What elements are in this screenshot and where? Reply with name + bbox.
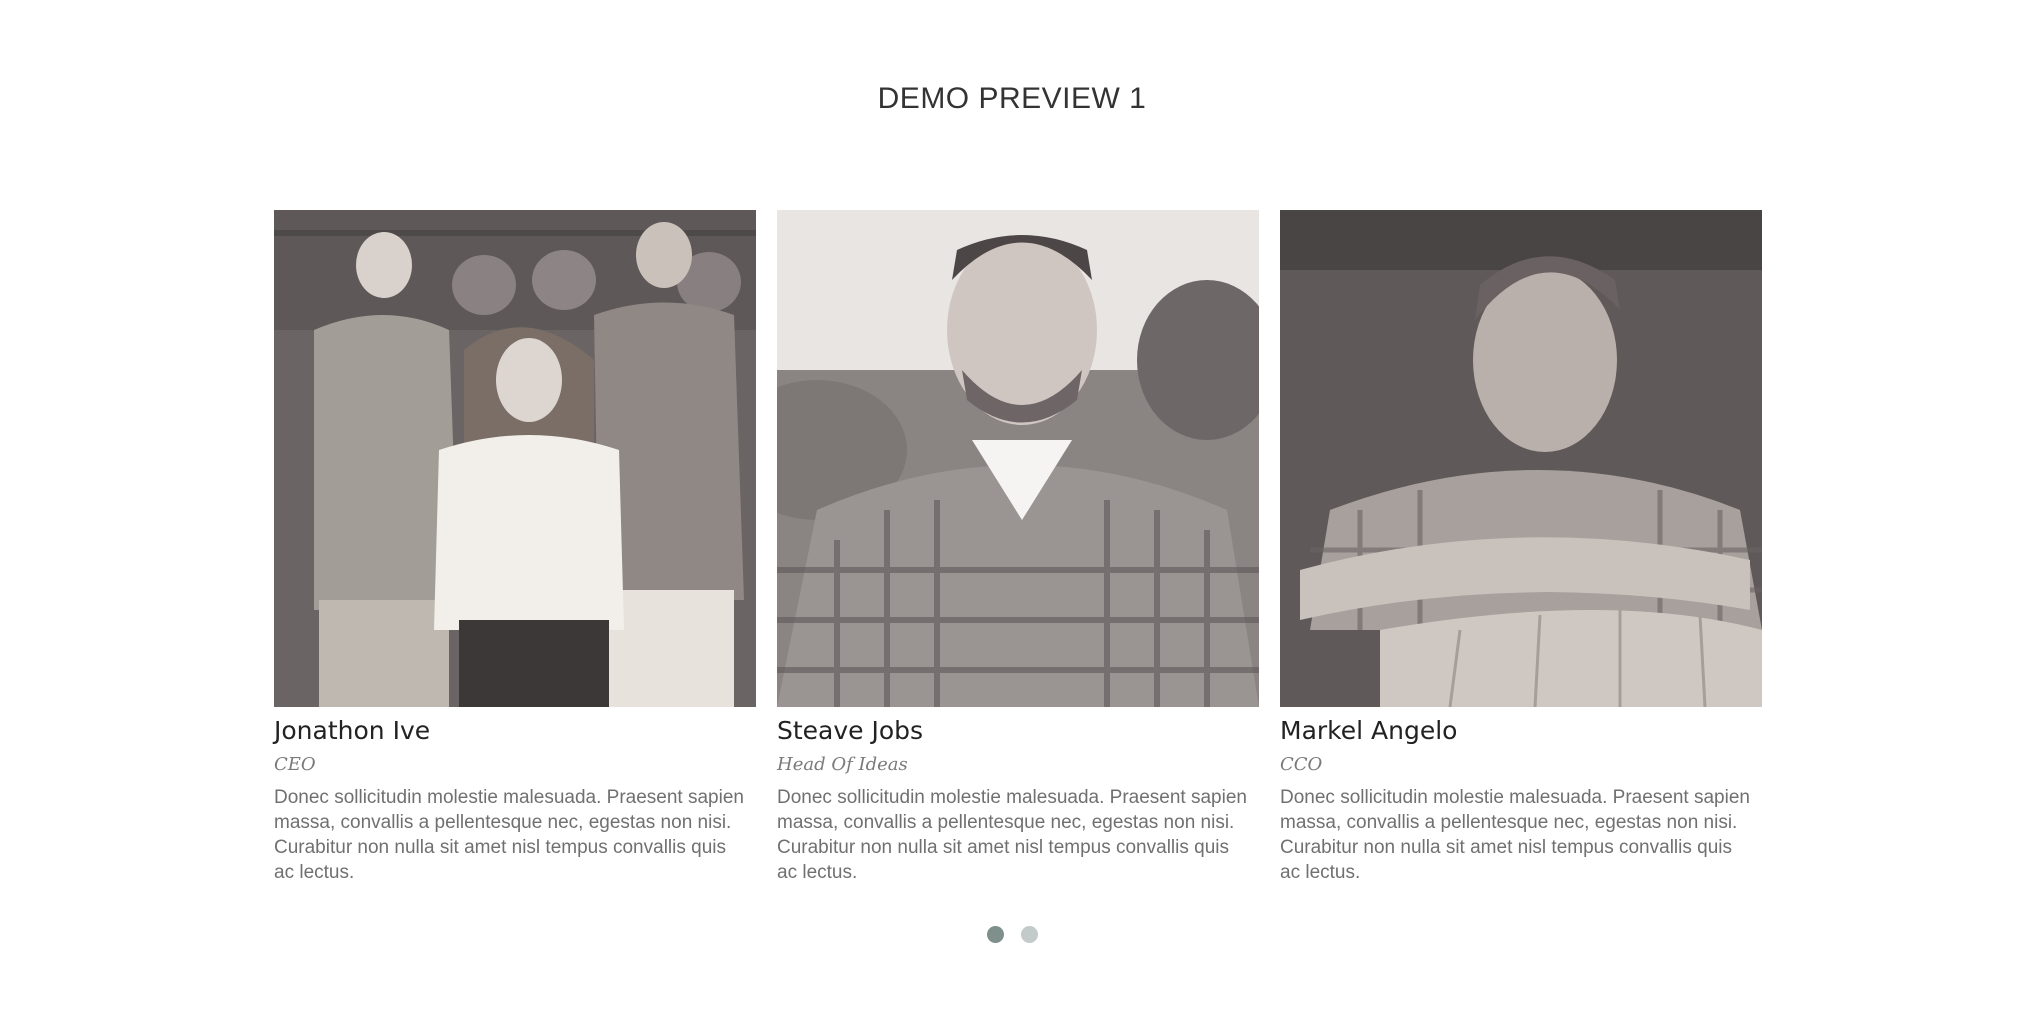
carousel-dot-2[interactable] xyxy=(1020,926,1038,943)
team-card: Jonathon Ive CEO Donec sollicitudin mole… xyxy=(274,210,756,885)
carousel-dot-1[interactable] xyxy=(986,926,1004,943)
team-member-role: CCO xyxy=(1280,754,1323,775)
team-member-name: Markel Angelo xyxy=(1280,716,1458,745)
team-member-bio: Donec sollicitudin molestie malesuada. P… xyxy=(1280,787,1750,883)
team-member-role: CEO xyxy=(274,754,316,775)
team-card: Steave Jobs Head Of Ideas Donec sollicit… xyxy=(777,210,1259,885)
section-title: DEMO PREVIEW 1 xyxy=(877,82,1147,115)
team-member-photo xyxy=(1280,210,1762,707)
team-member-bio: Donec sollicitudin molestie malesuada. P… xyxy=(777,787,1247,883)
team-member-name: Steave Jobs xyxy=(777,716,924,745)
team-member-photo xyxy=(777,210,1259,707)
portrait-photo xyxy=(1280,210,1762,707)
carousel-pagination xyxy=(0,926,2024,943)
team-carousel[interactable]: Jonathon Ive CEO Donec sollicitudin mole… xyxy=(274,210,1762,885)
portrait-photo xyxy=(777,210,1259,707)
team-member-name: Jonathon Ive xyxy=(274,716,431,745)
team-member-photo xyxy=(274,210,756,707)
team-member-role: Head Of Ideas xyxy=(777,754,908,775)
team-member-bio: Donec sollicitudin molestie malesuada. P… xyxy=(274,787,744,883)
team-card: Markel Angelo CCO Donec sollicitudin mol… xyxy=(1280,210,1762,885)
group-portrait-photo xyxy=(274,210,756,707)
